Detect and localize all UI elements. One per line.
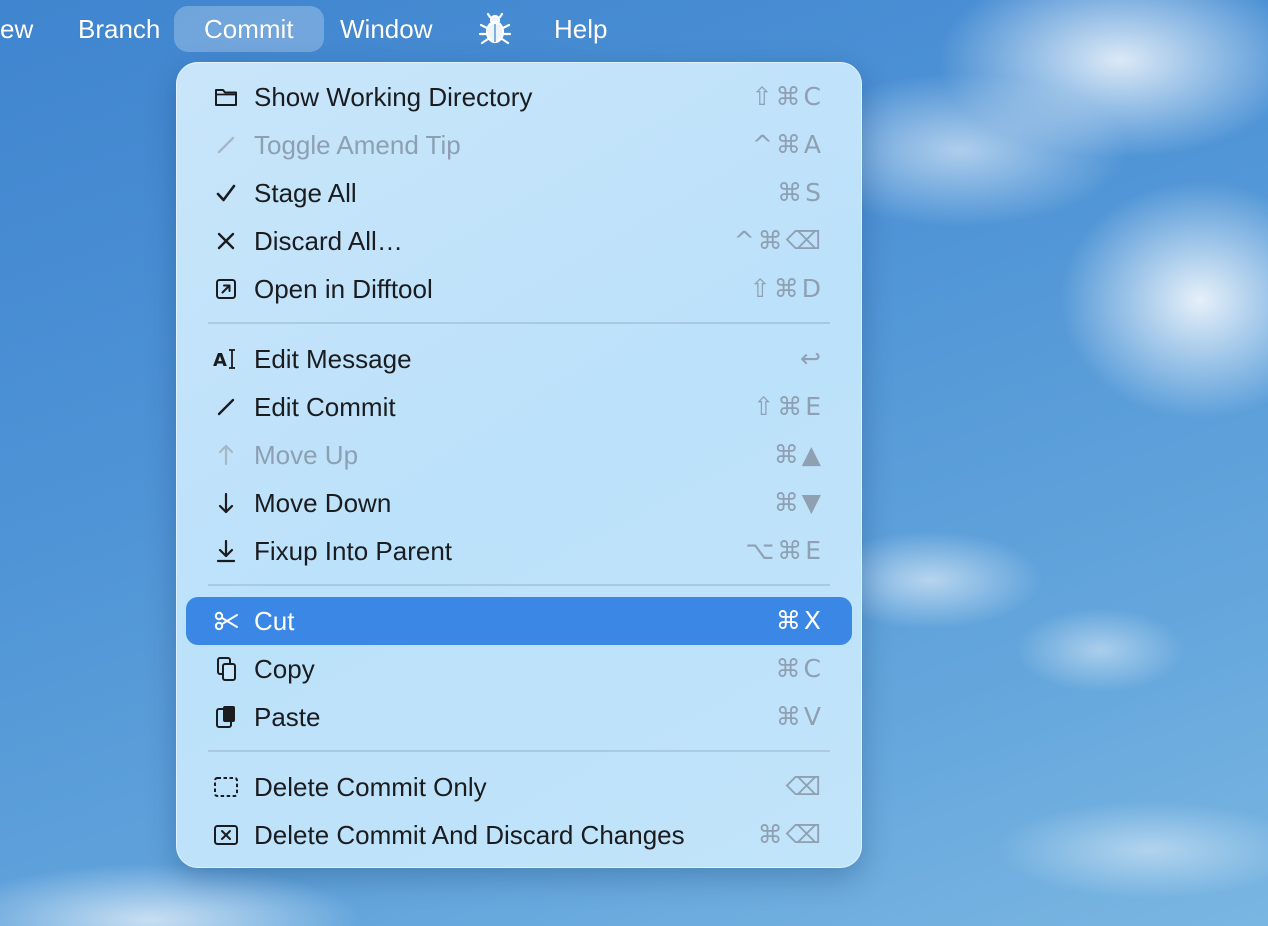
menu-item-shortcut: ⌘X: [775, 606, 824, 635]
menu-item-paste[interactable]: Paste ⌘V: [186, 693, 852, 741]
menu-bar: ew Branch Commit Window Help: [0, 0, 1268, 58]
menu-item-label: Delete Commit Only: [254, 772, 487, 802]
menu-item-shortcut: ⌘S: [777, 178, 824, 207]
menu-item-label: Open in Difftool: [254, 274, 433, 304]
menu-item-label: Fixup Into Parent: [254, 536, 452, 566]
scissors-icon: [212, 607, 240, 635]
menu-item-label: Move Up: [254, 440, 359, 470]
pencil-icon: [212, 131, 240, 159]
menubar-item-commit[interactable]: Commit: [174, 6, 324, 52]
dashed-square-icon: [212, 773, 240, 801]
menubar-item-window[interactable]: Window: [340, 6, 432, 52]
menu-item-toggle-amend-tip: Toggle Amend Tip ^⌘A: [186, 121, 852, 169]
menu-item-shortcut: ⌘▼: [773, 488, 824, 517]
menu-item-shortcut: ⌫: [785, 772, 824, 801]
menu-item-show-working-directory[interactable]: Show Working Directory ⇧⌘C: [186, 73, 852, 121]
copy-icon: [212, 655, 240, 683]
menu-item-shortcut: ⇧⌘C: [751, 82, 824, 111]
arrow-up-right-square-icon: [212, 275, 240, 303]
arrow-up-icon: [212, 441, 240, 469]
xmark-square-icon: [212, 821, 240, 849]
menu-item-label: Edit Message: [254, 344, 412, 374]
arrow-down-icon: [212, 489, 240, 517]
menu-item-shortcut: ↩: [800, 344, 824, 373]
menu-item-cut[interactable]: Cut ⌘X: [186, 597, 852, 645]
menu-item-shortcut: ⌘⌫: [757, 820, 824, 849]
menu-item-shortcut: ⌥⌘E: [745, 536, 824, 565]
menu-item-label: Edit Commit: [254, 392, 396, 422]
menu-item-shortcut: ⌘C: [775, 654, 824, 683]
menu-separator: [208, 322, 830, 324]
menu-item-shortcut: ⇧⌘D: [749, 274, 824, 303]
folder-icon: [212, 83, 240, 111]
menubar-item-help[interactable]: Help: [554, 6, 607, 52]
menu-item-open-in-difftool[interactable]: Open in Difftool ⇧⌘D: [186, 265, 852, 313]
menu-item-delete-commit-only[interactable]: Delete Commit Only ⌫: [186, 763, 852, 811]
menu-item-delete-commit-and-discard[interactable]: Delete Commit And Discard Changes ⌘⌫: [186, 811, 852, 859]
commit-menu: Show Working Directory ⇧⌘C Toggle Amend …: [176, 62, 862, 868]
menu-item-edit-commit[interactable]: Edit Commit ⇧⌘E: [186, 383, 852, 431]
svg-text:A: A: [213, 350, 227, 371]
checkmark-icon: [212, 179, 240, 207]
menu-item-label: Copy: [254, 654, 315, 684]
menu-item-shortcut: ^⌘⌫: [733, 226, 824, 255]
menu-item-label: Delete Commit And Discard Changes: [254, 820, 685, 850]
text-cursor-icon: A: [212, 345, 240, 373]
menu-item-label: Paste: [254, 702, 321, 732]
pencil-icon: [212, 393, 240, 421]
menu-item-label: Toggle Amend Tip: [254, 130, 461, 160]
menu-item-stage-all[interactable]: Stage All ⌘S: [186, 169, 852, 217]
menu-item-copy[interactable]: Copy ⌘C: [186, 645, 852, 693]
menu-item-label: Move Down: [254, 488, 392, 518]
arrow-down-to-line-icon: [212, 537, 240, 565]
menu-item-edit-message[interactable]: A Edit Message ↩: [186, 335, 852, 383]
menu-item-label: Show Working Directory: [254, 82, 533, 112]
paste-icon: [212, 703, 240, 731]
menu-item-move-down[interactable]: Move Down ⌘▼: [186, 479, 852, 527]
menu-item-label: Cut: [254, 606, 295, 636]
menu-item-shortcut: ⌘V: [775, 702, 824, 731]
menu-item-label: Discard All…: [254, 226, 403, 256]
menu-item-label: Stage All: [254, 178, 357, 208]
menubar-item-view[interactable]: ew: [0, 6, 33, 52]
menubar-item-branch[interactable]: Branch: [78, 6, 160, 52]
menu-item-discard-all[interactable]: Discard All… ^⌘⌫: [186, 217, 852, 265]
menu-item-fixup-into-parent[interactable]: Fixup Into Parent ⌥⌘E: [186, 527, 852, 575]
menu-separator: [208, 750, 830, 752]
xmark-icon: [212, 227, 240, 255]
menu-item-move-up: Move Up ⌘▲: [186, 431, 852, 479]
menu-item-shortcut: ⌘▲: [773, 440, 824, 469]
menu-item-shortcut: ⇧⌘E: [753, 392, 824, 421]
bug-icon[interactable]: [478, 12, 512, 46]
menu-separator: [208, 584, 830, 586]
menu-item-shortcut: ^⌘A: [751, 130, 824, 159]
